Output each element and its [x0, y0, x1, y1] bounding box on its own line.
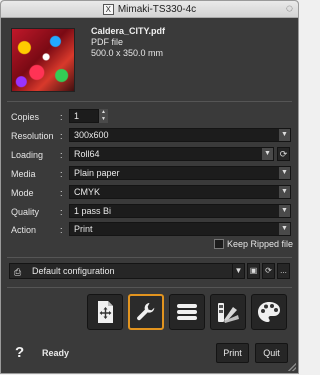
chevron-down-icon[interactable]: ▼: [279, 223, 290, 235]
status-text: Ready: [42, 348, 70, 358]
list-tool-button[interactable]: [169, 294, 205, 330]
mode-label: Mode: [11, 188, 34, 198]
colon: :: [60, 169, 63, 179]
palette-tool-button[interactable]: [251, 294, 287, 330]
app-icon: X: [102, 3, 114, 15]
colon: :: [60, 150, 63, 160]
quality-label: Quality: [11, 207, 40, 217]
quality-row: Quality : 1 pass Bi ▼: [1, 204, 298, 220]
keep-ripped-checkbox[interactable]: [214, 239, 224, 249]
refresh-icon[interactable]: ⟳: [262, 263, 275, 279]
resolution-label: Resolution: [11, 131, 54, 141]
action-select[interactable]: Print: [69, 222, 291, 236]
divider: [7, 287, 292, 288]
tool-bar: [1, 294, 298, 332]
configuration-row: ⎙ Default configuration ▼ ▣ ⟳ ...: [1, 263, 298, 281]
swatches-tool-button[interactable]: [210, 294, 246, 330]
printer-icon: ⎙: [14, 267, 22, 277]
resolution-select[interactable]: 300x600: [69, 128, 291, 142]
chevron-down-icon[interactable]: ▼: [232, 263, 245, 279]
file-info-panel: Caldera_CITY.pdf PDF file 500.0 x 350.0 …: [1, 18, 298, 98]
chevron-down-icon[interactable]: ▼: [279, 186, 290, 198]
save-icon[interactable]: ▣: [247, 263, 260, 279]
media-label: Media: [11, 169, 36, 179]
copies-stepper[interactable]: ▲ ▼: [99, 109, 108, 123]
copies-label: Copies: [11, 112, 40, 122]
colon: :: [60, 112, 63, 122]
mode-row: Mode : CMYK ▼: [1, 185, 298, 201]
colon: :: [60, 225, 63, 235]
file-meta: Caldera_CITY.pdf PDF file 500.0 x 350.0 …: [91, 26, 165, 59]
colon: :: [60, 131, 63, 141]
media-select[interactable]: Plain paper: [69, 166, 291, 180]
action-label: Action: [11, 225, 37, 235]
resize-grip[interactable]: [288, 363, 296, 371]
wrench-icon: [137, 303, 155, 321]
layout-tool-button[interactable]: [87, 294, 123, 330]
colon: :: [60, 188, 63, 198]
palette-icon: [258, 302, 280, 322]
keep-ripped-option[interactable]: Keep Ripped file: [214, 239, 293, 249]
action-row: Action : Print ▼: [1, 222, 298, 238]
move-page-icon: [98, 301, 113, 323]
refresh-icon[interactable]: ⟳: [277, 147, 290, 161]
chevron-down-icon[interactable]: ▼: [279, 167, 290, 179]
loading-row: Loading : Roll64 ▼ ⟳: [1, 147, 298, 163]
main-window: X Mimaki-TS330-4c ◌ Caldera_CITY.pdf PDF…: [0, 0, 299, 374]
quit-button[interactable]: Quit: [255, 343, 288, 363]
file-name: Caldera_CITY.pdf: [91, 26, 166, 36]
loading-label: Loading: [11, 150, 44, 160]
list-icon: [177, 304, 197, 320]
media-row: Media : Plain paper ▼: [1, 166, 298, 182]
chevron-down-icon[interactable]: ▼: [279, 205, 290, 217]
configuration-value: Default configuration: [32, 266, 115, 276]
copies-row: Copies : 1 ▲ ▼: [1, 109, 298, 125]
divider: [7, 101, 292, 102]
copies-input[interactable]: 1: [69, 109, 99, 123]
loading-select[interactable]: Roll64: [69, 147, 274, 161]
help-button[interactable]: ?: [15, 344, 24, 361]
swatches-icon: [218, 303, 239, 323]
chevron-down-icon[interactable]: ▼: [279, 129, 290, 141]
resolution-row: Resolution : 300x600 ▼: [1, 128, 298, 144]
print-button[interactable]: Print: [216, 343, 249, 363]
file-size: 500.0 x 350.0 mm: [91, 48, 164, 58]
mode-select[interactable]: CMYK: [69, 185, 291, 199]
configuration-select[interactable]: ⎙ Default configuration: [9, 263, 241, 279]
divider: [7, 257, 292, 258]
chevron-down-icon[interactable]: ▼: [262, 148, 273, 160]
settings-tool-button[interactable]: [128, 294, 164, 330]
title-bar[interactable]: X Mimaki-TS330-4c ◌: [1, 1, 298, 18]
quality-select[interactable]: 1 pass Bi: [69, 204, 291, 218]
window-title: Mimaki-TS330-4c: [117, 3, 197, 15]
footer: ? Ready Print Quit: [1, 341, 298, 373]
more-button[interactable]: ...: [277, 263, 290, 279]
keep-ripped-label: Keep Ripped file: [227, 239, 294, 249]
file-thumbnail: [11, 28, 75, 92]
close-icon[interactable]: ◌: [286, 2, 293, 15]
file-type: PDF file: [91, 37, 124, 47]
colon: :: [60, 207, 63, 217]
